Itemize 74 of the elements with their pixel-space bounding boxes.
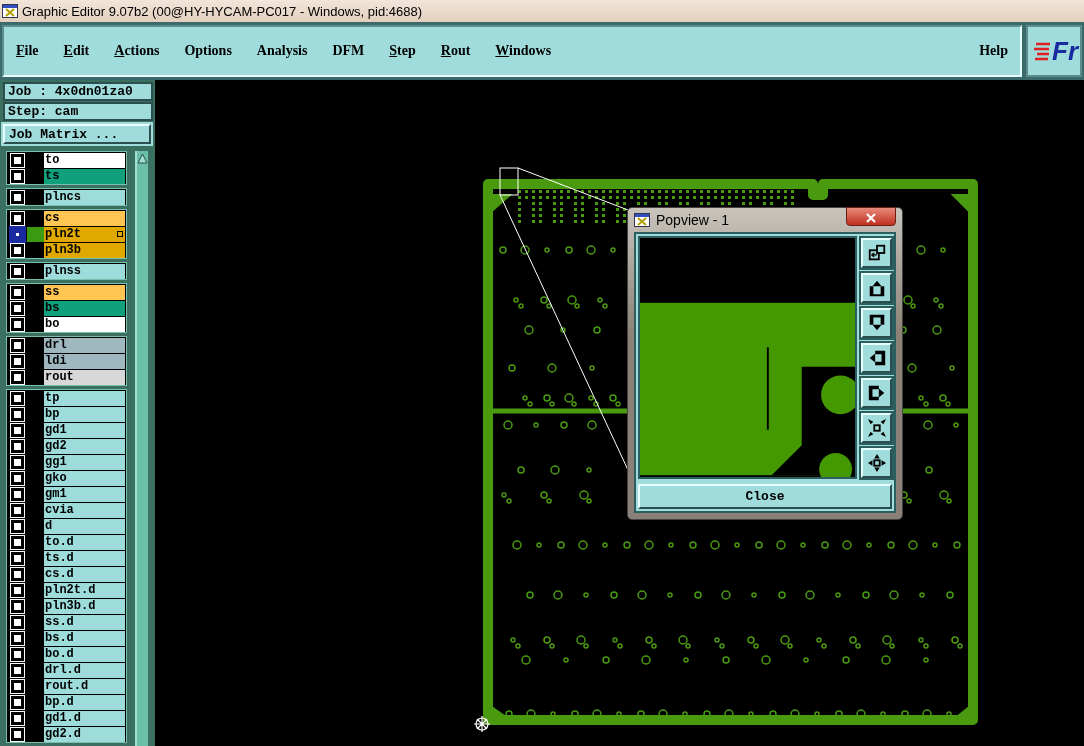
layer-name[interactable]: gd1.d: [44, 710, 125, 726]
layer-name[interactable]: plncs: [44, 189, 125, 205]
layer-name[interactable]: bo.d: [44, 646, 125, 662]
layer-name[interactable]: pln2t.d: [44, 582, 125, 598]
layer-name[interactable]: tp: [44, 390, 125, 406]
layer-name[interactable]: d: [44, 518, 125, 534]
zoom-in-icon: [866, 418, 887, 438]
menu-item[interactable]: DFM: [332, 43, 365, 59]
zoom-out-button[interactable]: [861, 448, 892, 478]
close-button[interactable]: Close: [638, 484, 892, 509]
layer-name[interactable]: gd2: [44, 438, 125, 454]
scroll-up-icon[interactable]: [137, 153, 148, 165]
layer-name[interactable]: ss: [44, 284, 125, 300]
window-title: Graphic Editor 9.07b2 (00@HY-HYCAM-PC017 - Windows, pid:4688): [22, 3, 422, 19]
layer-name[interactable]: ts: [44, 168, 125, 184]
layer-name[interactable]: gko: [44, 470, 125, 486]
close-icon: [866, 212, 876, 223]
layer-name[interactable]: cs: [44, 210, 125, 226]
layer-name[interactable]: rout: [44, 369, 125, 385]
layer-name[interactable]: gg1: [44, 454, 125, 470]
pan-up-button[interactable]: [861, 273, 892, 303]
menu-item[interactable]: File: [16, 43, 39, 59]
layer-name[interactable]: bp: [44, 406, 125, 422]
layer-name[interactable]: cvia: [44, 502, 125, 518]
menu-item[interactable]: Edit: [63, 43, 90, 59]
layer-name[interactable]: bs.d: [44, 630, 125, 646]
layer-name[interactable]: pln3b.d: [44, 598, 125, 614]
app-icon: [2, 4, 18, 18]
pan-right-button[interactable]: [861, 378, 892, 408]
display-color-swatch: [27, 226, 44, 242]
window-close-button[interactable]: [846, 207, 896, 226]
layer-name[interactable]: rout.d: [44, 678, 125, 694]
speed-lines-icon: [1034, 41, 1052, 61]
layer-name[interactable]: to: [44, 152, 125, 168]
layer-name[interactable]: ts.d: [44, 550, 125, 566]
layer-name[interactable]: ldi: [44, 353, 125, 369]
layer-name[interactable]: drl.d: [44, 662, 125, 678]
pan-right-icon: [866, 383, 887, 403]
job-matrix-button[interactable]: Job Matrix ...: [3, 124, 151, 144]
pan-down-button[interactable]: [861, 308, 892, 338]
menu-item[interactable]: Analysis: [256, 43, 308, 59]
menu-item[interactable]: Actions: [114, 43, 160, 59]
pan-left-button[interactable]: [861, 343, 892, 373]
menu-item[interactable]: Step: [389, 43, 416, 59]
zoom-fit-icon: [866, 243, 887, 263]
menu-item[interactable]: Windows: [495, 43, 552, 59]
layer-name[interactable]: pln3b: [44, 242, 125, 258]
layer-name[interactable]: gm1: [44, 486, 125, 502]
layer-checkbox[interactable]: [11, 227, 24, 241]
layer-name[interactable]: bo: [44, 316, 125, 332]
logo-text: Fr: [1052, 35, 1078, 67]
layer-name[interactable]: gd2.d: [44, 726, 125, 742]
step-label: Step: cam: [3, 102, 153, 121]
menu-item[interactable]: Options: [184, 43, 232, 59]
layer-name[interactable]: pln2t: [44, 226, 125, 242]
zoom-in-button[interactable]: [861, 413, 892, 443]
layer-name[interactable]: drl: [44, 337, 125, 353]
cursor-icon: [473, 715, 491, 733]
layer-name[interactable]: to.d: [44, 534, 125, 550]
layer-name[interactable]: bp.d: [44, 694, 125, 710]
scrollbar[interactable]: [135, 151, 148, 746]
layer-name[interactable]: bs: [44, 300, 125, 316]
popview-title: Popview - 1: [656, 212, 730, 228]
window-icon: [634, 213, 650, 227]
layer-name[interactable]: gd1: [44, 422, 125, 438]
help-menu[interactable]: Help: [979, 43, 1008, 59]
layer-name[interactable]: plnss: [44, 263, 125, 279]
job-label: Job : 4x0dn01za0: [3, 82, 153, 101]
menu-item[interactable]: Rout: [440, 43, 471, 59]
work-layer-icon: [117, 230, 123, 237]
zoom-out-icon: [866, 453, 887, 473]
zoom-fit-button[interactable]: [861, 238, 892, 268]
layer-name[interactable]: ss.d: [44, 614, 125, 630]
layer-name[interactable]: cs.d: [44, 566, 125, 582]
